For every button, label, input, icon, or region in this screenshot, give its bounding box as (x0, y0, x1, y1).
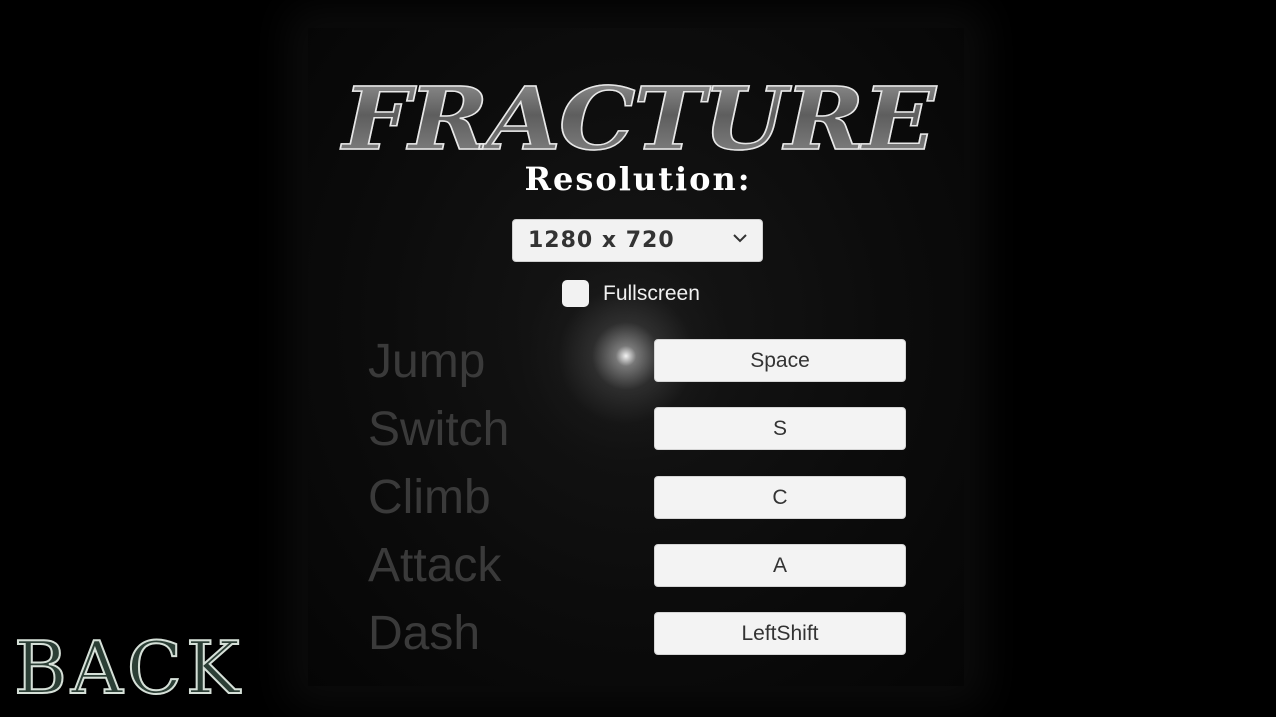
settings-screen: FRACTURE Resolution: 1280 x 720 Fullscre… (0, 0, 1276, 717)
chevron-down-icon (733, 234, 747, 243)
action-label-dash: Dash (368, 607, 481, 660)
resolution-dropdown[interactable]: 1280 x 720 (512, 219, 763, 262)
back-button[interactable]: BACK (13, 627, 244, 709)
action-label-switch: Switch (368, 403, 510, 456)
resolution-label: Resolution: (524, 160, 752, 198)
key-binding-jump-button[interactable]: Space (654, 339, 906, 382)
key-binding-attack-button[interactable]: A (654, 544, 906, 587)
action-label-jump: Jump (368, 335, 486, 388)
resolution-value: 1280 x 720 (528, 228, 675, 253)
action-label-attack: Attack (368, 539, 502, 592)
key-binding-climb-button[interactable]: C (654, 476, 906, 519)
fullscreen-label: Fullscreen (603, 282, 700, 305)
key-binding-dash-button[interactable]: LeftShift (654, 612, 906, 655)
key-binding-switch-button[interactable]: S (654, 407, 906, 450)
action-label-climb: Climb (368, 471, 491, 524)
game-title-logo: FRACTURE (280, 69, 997, 171)
fullscreen-checkbox[interactable] (562, 280, 589, 307)
